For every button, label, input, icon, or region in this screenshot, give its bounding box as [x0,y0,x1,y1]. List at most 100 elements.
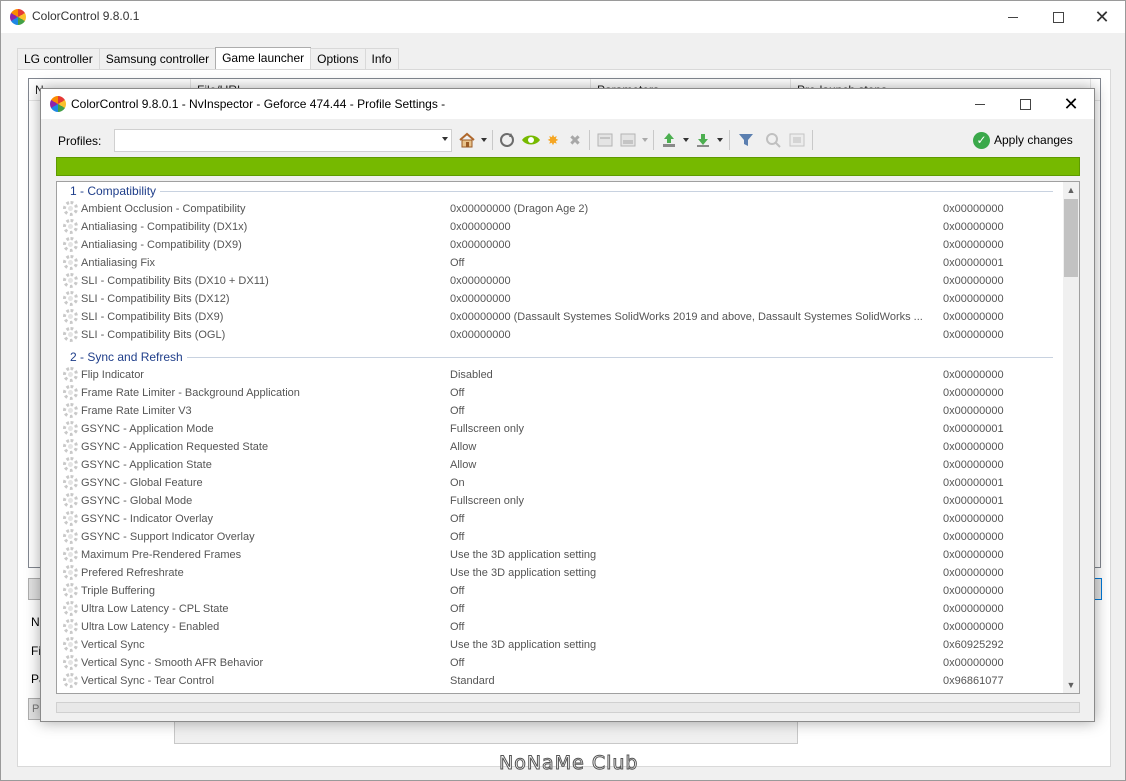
setting-row[interactable]: GSYNC - Application Mode Fullscreen only 0… [57,420,1065,438]
vertical-scrollbar[interactable]: ▲ ▼ [1063,182,1079,693]
setting-row[interactable]: Prefered Refreshrate Use the 3D applicati… [57,564,1065,582]
setting-row[interactable]: SLI - Compatibility Bits (DX12) 0x0000000… [57,290,1065,308]
gear-icon [63,529,78,544]
scroll-down-icon[interactable]: ▼ [1063,677,1079,693]
tab-options[interactable]: Options [310,48,366,70]
setting-row[interactable]: Ambient Occlusion - Compatibility 0x00000… [57,200,1065,218]
scroll-up-icon[interactable]: ▲ [1063,182,1079,198]
download-icon[interactable] [692,129,714,151]
setting-row[interactable]: Vertical Sync - Tear Control Standard 0x96… [57,672,1065,690]
setting-name: Vertical Sync - Smooth AFR Behavior [81,657,264,669]
setting-row[interactable]: Antialiasing - Compatibility (DX9) 0x0000… [57,236,1065,254]
setting-value: 0x00000000 (Dragon Age 2) [450,203,589,215]
setting-row[interactable]: SLI - Compatibility Bits (OGL) 0x00000000… [57,326,1065,344]
settings-list[interactable]: 1 - Compatibility Ambient Occlusion - Com… [56,181,1080,694]
tab-samsung-controller[interactable]: Samsung controller [98,48,217,70]
nv-minimize-button[interactable] [957,89,1003,119]
setting-value: Off [450,405,465,417]
nv-close-button[interactable]: ✕ [1048,89,1094,119]
chevron-down-icon[interactable] [481,138,487,142]
setting-row[interactable]: Frame Rate Limiter - Background Applicat… [57,384,1065,402]
nv-toolbar: Profiles: ✸ ✖ ✓ Apply changes [41,126,1094,154]
setting-row[interactable]: Frame Rate Limiter V3 Off 0x00000000 [57,402,1065,420]
setting-value: Off [450,621,465,633]
setting-name: Vertical Sync - Tear Control [81,675,215,687]
nv-maximize-button[interactable] [1002,89,1048,119]
setting-row[interactable]: Maximum Pre-Rendered Frames Use the 3D ap… [57,546,1065,564]
refresh-icon[interactable] [496,129,518,151]
setting-row[interactable]: GSYNC - Global Mode Fullscreen only 0x0000… [57,492,1065,510]
tab-info[interactable]: Info [364,48,399,70]
export-icon[interactable] [617,129,639,151]
maximize-button[interactable] [1035,1,1081,33]
home-icon[interactable] [456,129,478,151]
setting-row[interactable]: GSYNC - Application Requested State Allow… [57,438,1065,456]
setting-row[interactable]: Antialiasing - Compatibility (DX1x) 0x000… [57,218,1065,236]
gear-icon [63,439,78,454]
setting-row[interactable]: Vertical Sync - Smooth AFR Behavior Off 0x… [57,654,1065,672]
setting-row[interactable]: Flip Indicator Disabled 0x00000000 [57,366,1065,384]
setting-row[interactable]: SLI - Compatibility Bits (DX9) 0x00000000… [57,308,1065,326]
setting-hex-value: 0x00000000 [943,441,1004,453]
setting-name: Antialiasing Fix [81,257,155,269]
setting-row[interactable]: Triple Buffering Off 0x00000000 [57,582,1065,600]
minimize-button[interactable] [990,1,1036,33]
gear-icon [63,655,78,670]
profiles-label: Profiles: [58,134,102,148]
setting-value: 0x00000000 [450,329,511,341]
setting-row[interactable]: GSYNC - Indicator Overlay Off 0x00000000 [57,510,1065,528]
setting-row[interactable]: GSYNC - Application State Allow 0x00000000 [57,456,1065,474]
setting-name: GSYNC - Application State [81,459,212,471]
profiles-dropdown[interactable] [114,129,452,152]
chevron-down-icon[interactable] [642,138,648,142]
setting-hex-value: 0x00000000 [943,513,1004,525]
filter-icon[interactable] [735,129,757,151]
gear-icon [63,367,78,382]
setting-row[interactable]: SLI - Compatibility Bits (DX10 + DX11) 0x… [57,272,1065,290]
setting-row[interactable]: Antialiasing Fix Off 0x00000001 [57,254,1065,272]
setting-hex-value: 0x60925292 [943,639,1004,651]
setting-value: Off [450,387,465,399]
setting-row[interactable]: Ultra Low Latency - Enabled Off 0x00000000 [57,618,1065,636]
gear-icon [63,273,78,288]
delete-icon[interactable]: ✖ [564,129,586,151]
setting-row[interactable]: GSYNC - Support Indicator Overlay Off 0x00… [57,528,1065,546]
gear-icon [63,255,78,270]
gear-icon [63,637,78,652]
setting-value: Standard [450,675,495,687]
group-header[interactable]: 1 - Compatibility [57,182,1065,200]
setting-hex-value: 0x00000000 [943,459,1004,471]
chevron-down-icon[interactable] [717,138,723,142]
setting-row[interactable]: GSYNC - Global Feature On 0x00000001 [57,474,1065,492]
gear-icon [63,219,78,234]
settings-icon[interactable] [786,129,808,151]
gear-icon [63,565,78,580]
setting-name: GSYNC - Global Mode [81,495,193,507]
setting-row[interactable]: Vertical Sync Use the 3D application sett… [57,636,1065,654]
gear-icon [63,309,78,324]
add-profile-icon[interactable] [594,129,616,151]
group-title: 2 - Sync and Refresh [70,350,187,364]
horizontal-scrollbar[interactable] [56,702,1080,713]
group-header[interactable]: 2 - Sync and Refresh [57,348,1065,366]
tab-lg-controller[interactable]: LG controller [17,48,100,70]
setting-name: Flip Indicator [81,369,144,381]
nvidia-icon[interactable] [520,129,542,151]
gear-icon [63,385,78,400]
sun-icon[interactable]: ✸ [542,129,564,151]
setting-value: Fullscreen only [450,423,524,435]
scroll-thumb[interactable] [1064,199,1078,277]
scan-icon[interactable] [762,129,784,151]
nv-titlebar[interactable]: ColorControl 9.8.0.1 - NvInspector - Gef… [41,89,1094,119]
setting-hex-value: 0x00000000 [943,567,1004,579]
import-icon[interactable] [658,129,680,151]
tab-game-launcher[interactable]: Game launcher [215,47,312,70]
setting-row[interactable]: Ultra Low Latency - CPL State Off 0x000000… [57,600,1065,618]
setting-value: 0x00000000 [450,239,511,251]
setting-value: On [450,477,465,489]
chevron-down-icon[interactable] [683,138,689,142]
setting-value: Off [450,585,465,597]
main-titlebar[interactable]: ColorControl 9.8.0.1 ✕ [1,1,1125,33]
apply-changes-button[interactable]: ✓ Apply changes [973,129,1073,151]
close-button[interactable]: ✕ [1079,1,1125,33]
